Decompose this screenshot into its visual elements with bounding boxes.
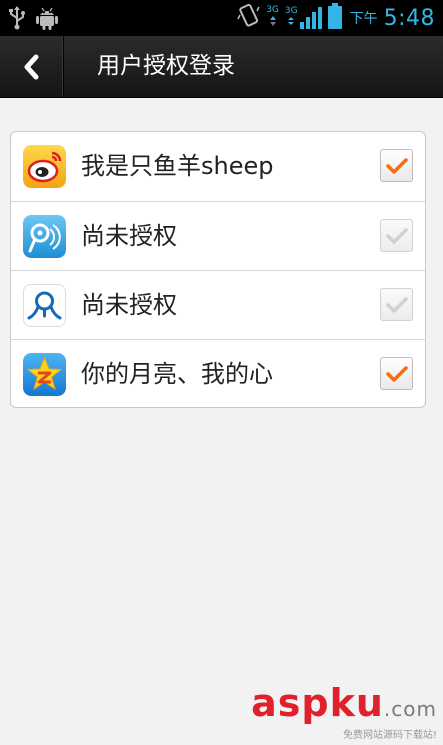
watermark-logo: aspku.com [251, 684, 437, 728]
android-icon [36, 6, 58, 34]
chevron-left-icon [24, 54, 39, 79]
signal-arrows-icon [288, 17, 295, 25]
watermark-tagline: 免费网站源码下载站! [342, 730, 437, 741]
watermark: aspku.com 免费网站源码下载站! [251, 684, 437, 741]
data-arrows-icon [269, 16, 276, 26]
weibo-icon [23, 145, 66, 188]
authorize-checkbox-qzone[interactable] [380, 357, 413, 390]
signal-icon [299, 7, 322, 29]
clock: 5:48 [383, 5, 435, 31]
account-label: 尚未授权 [81, 291, 177, 319]
authorize-checkbox-weibo[interactable] [380, 149, 413, 182]
checkmark-icon [385, 296, 408, 313]
tencent-weibo-icon [23, 215, 66, 258]
network-type-label: 3G [266, 5, 279, 15]
checkmark-icon [385, 157, 408, 174]
page-title: 用户授权登录 [97, 53, 235, 79]
qzone-icon [23, 353, 66, 396]
vibrate-icon [236, 3, 260, 33]
account-label: 我是只鱼羊sheep [81, 152, 274, 180]
screen: 3G 3G 下午 5:48 用户授权登录 我是只鱼羊sheep 尚未授权 尚未授… [0, 0, 443, 745]
authorize-checkbox-tencent-weibo[interactable] [380, 219, 413, 252]
account-row-qzone[interactable]: 你的月亮、我的心 [11, 339, 425, 407]
authorize-checkbox-renren[interactable] [380, 288, 413, 321]
signal-indicator: 3G [285, 7, 322, 29]
account-list: 我是只鱼羊sheep 尚未授权 尚未授权 你的月亮、我的心 [10, 131, 426, 408]
account-label: 你的月亮、我的心 [81, 360, 273, 388]
watermark-logo-suffix: .com [383, 697, 437, 721]
back-button[interactable] [0, 36, 63, 97]
network-type-indicator: 3G [266, 6, 279, 30]
account-label: 尚未授权 [81, 222, 177, 250]
time-prefix: 下午 [349, 11, 378, 27]
checkmark-icon [385, 365, 408, 382]
usb-icon [8, 6, 26, 34]
battery-icon [327, 3, 342, 33]
account-row-renren[interactable]: 尚未授权 [11, 270, 425, 339]
checkmark-icon [385, 227, 408, 244]
renren-icon [23, 284, 66, 327]
account-row-weibo[interactable]: 我是只鱼羊sheep [11, 132, 425, 201]
watermark-logo-main: aspku [251, 681, 384, 725]
signal-network-label: 3G [284, 6, 298, 16]
status-bar: 3G 3G 下午 5:48 [0, 0, 443, 36]
account-row-tencent-weibo[interactable]: 尚未授权 [11, 201, 425, 270]
title-bar: 用户授权登录 [0, 36, 443, 98]
